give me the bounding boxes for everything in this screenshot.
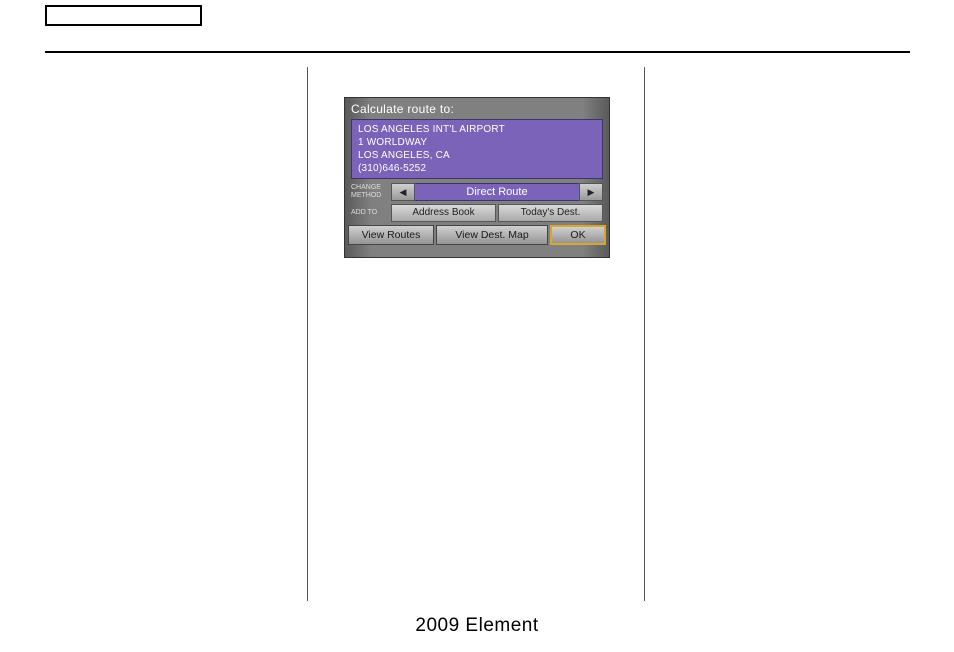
label-line1: CHANGE <box>351 184 391 192</box>
header-box <box>45 5 202 26</box>
dest-city: LOS ANGELES, CA <box>358 149 596 162</box>
nav-title: Calculate route to: <box>345 98 609 119</box>
dest-street: 1 WORLDWAY <box>358 136 596 149</box>
dest-phone: (310)646-5252 <box>358 162 596 175</box>
destination-panel: LOS ANGELES INT'L AIRPORT 1 WORLDWAY LOS… <box>351 119 603 179</box>
view-routes-button[interactable]: View Routes <box>348 225 434 245</box>
chevron-right-icon: ▶ <box>588 187 595 198</box>
change-method-row: CHANGE METHOD ◀ Direct Route ▶ <box>351 183 603 201</box>
view-dest-map-button[interactable]: View Dest. Map <box>436 225 548 245</box>
bottom-button-row: View Routes View Dest. Map OK <box>348 225 606 245</box>
add-to-label: ADD TO <box>351 204 391 222</box>
method-next-button[interactable]: ▶ <box>579 183 603 201</box>
navigation-screenshot: Calculate route to: LOS ANGELES INT'L AI… <box>344 97 610 258</box>
dest-name: LOS ANGELES INT'L AIRPORT <box>358 123 596 136</box>
label-line2: METHOD <box>351 192 391 200</box>
add-to-text: ADD TO <box>351 209 377 216</box>
footer-text: 2009 Element <box>0 615 954 637</box>
address-book-button[interactable]: Address Book <box>391 204 496 222</box>
add-to-row: ADD TO Address Book Today's Dest. <box>351 204 603 222</box>
method-prev-button[interactable]: ◀ <box>391 183 415 201</box>
route-method-display: Direct Route <box>415 183 579 201</box>
ok-button[interactable]: OK <box>550 225 606 245</box>
chevron-left-icon: ◀ <box>400 187 407 198</box>
change-method-label: CHANGE METHOD <box>351 183 391 201</box>
todays-dest-button[interactable]: Today's Dest. <box>498 204 603 222</box>
horizontal-rule <box>45 51 910 53</box>
